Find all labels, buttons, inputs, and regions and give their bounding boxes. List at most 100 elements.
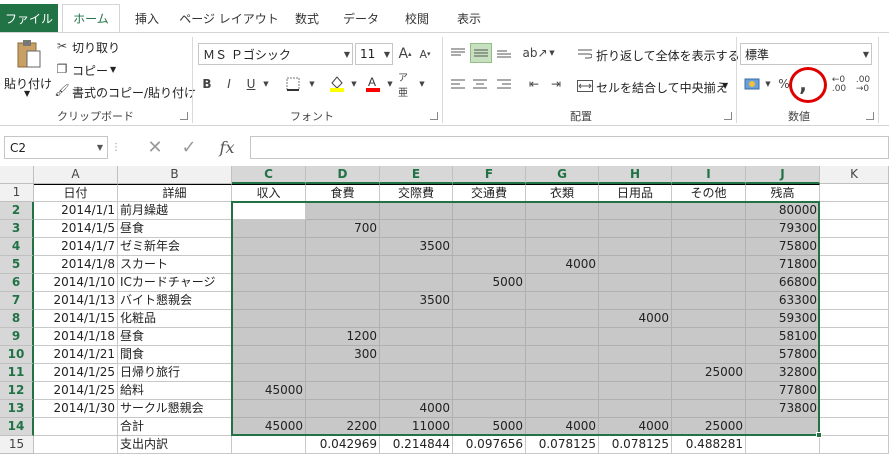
- cell[interactable]: [380, 202, 453, 220]
- cell[interactable]: [380, 220, 453, 238]
- merge-center-button[interactable]: セルを結合して中央揃え: [596, 79, 728, 96]
- cell[interactable]: [34, 436, 118, 454]
- border-dropdown-icon[interactable]: ▼: [308, 75, 316, 93]
- copy-dropdown-icon[interactable]: ▼: [110, 65, 116, 74]
- cell[interactable]: [820, 418, 889, 436]
- cell[interactable]: 3500: [380, 238, 453, 256]
- cell[interactable]: 4000: [380, 400, 453, 418]
- cell[interactable]: 前月繰越: [118, 202, 232, 220]
- cell[interactable]: [672, 256, 746, 274]
- header-cell[interactable]: 食費: [306, 184, 380, 202]
- cell[interactable]: 0.097656: [453, 436, 526, 454]
- cell[interactable]: 58100: [746, 328, 820, 346]
- increase-decimal-icon[interactable]: ←0.00: [828, 75, 850, 95]
- cell[interactable]: 0.078125: [526, 436, 599, 454]
- formula-input[interactable]: [250, 136, 889, 159]
- cut-button[interactable]: 切り取り: [72, 39, 120, 56]
- tab-data[interactable]: データ: [334, 4, 388, 32]
- column-header-H[interactable]: H: [599, 166, 672, 184]
- row-header-3[interactable]: 3: [0, 220, 34, 238]
- row-header-7[interactable]: 7: [0, 292, 34, 310]
- cell[interactable]: 77800: [746, 382, 820, 400]
- row-header-10[interactable]: 10: [0, 346, 34, 364]
- cell[interactable]: 5000: [453, 418, 526, 436]
- cell[interactable]: [232, 310, 306, 328]
- cell[interactable]: [599, 238, 672, 256]
- cell[interactable]: 1200: [306, 328, 380, 346]
- cell[interactable]: [672, 400, 746, 418]
- cell[interactable]: ゼミ新年会: [118, 238, 232, 256]
- cell[interactable]: [599, 220, 672, 238]
- cell[interactable]: [526, 292, 599, 310]
- column-header-C[interactable]: C: [232, 166, 306, 184]
- cell[interactable]: [306, 310, 380, 328]
- cell[interactable]: [453, 346, 526, 364]
- cell[interactable]: [599, 274, 672, 292]
- cell[interactable]: 2014/1/30: [34, 400, 118, 418]
- cell[interactable]: 0.078125: [599, 436, 672, 454]
- cell[interactable]: 73800: [746, 400, 820, 418]
- row-header-13[interactable]: 13: [0, 400, 34, 418]
- tab-insert[interactable]: 挿入: [124, 4, 170, 32]
- align-bottom-icon[interactable]: [494, 43, 514, 63]
- cell[interactable]: [380, 256, 453, 274]
- cell[interactable]: [820, 436, 889, 454]
- cell[interactable]: [380, 274, 453, 292]
- cell[interactable]: 2014/1/13: [34, 292, 118, 310]
- phonetic-icon[interactable]: ア亜: [398, 73, 416, 99]
- cell[interactable]: 4000: [526, 418, 599, 436]
- alignment-launcher-icon[interactable]: [724, 112, 732, 120]
- cell[interactable]: 0.042969: [306, 436, 380, 454]
- cell[interactable]: [820, 400, 889, 418]
- header-cell[interactable]: 日付: [34, 184, 118, 202]
- cell[interactable]: [453, 238, 526, 256]
- cell[interactable]: [453, 382, 526, 400]
- row-header-4[interactable]: 4: [0, 238, 34, 256]
- column-header-J[interactable]: J: [746, 166, 820, 184]
- cell[interactable]: 間食: [118, 346, 232, 364]
- cell[interactable]: [232, 364, 306, 382]
- fill-color-dropdown-icon[interactable]: ▼: [350, 75, 358, 93]
- font-color-icon[interactable]: A: [364, 73, 382, 93]
- cell[interactable]: [599, 400, 672, 418]
- header-cell[interactable]: その他: [672, 184, 746, 202]
- underline-dropdown-icon[interactable]: ▼: [262, 75, 270, 93]
- cell[interactable]: [820, 310, 889, 328]
- cell[interactable]: [306, 292, 380, 310]
- cell[interactable]: [599, 364, 672, 382]
- phonetic-dropdown-icon[interactable]: ▼: [418, 75, 426, 93]
- column-header-I[interactable]: I: [672, 166, 746, 184]
- increase-font-icon[interactable]: A ▴: [396, 45, 414, 63]
- cell[interactable]: [453, 364, 526, 382]
- cell[interactable]: [672, 382, 746, 400]
- cell[interactable]: [380, 364, 453, 382]
- align-center-icon[interactable]: [470, 75, 490, 93]
- cell[interactable]: [820, 364, 889, 382]
- cell[interactable]: [820, 202, 889, 220]
- number-launcher-icon[interactable]: [866, 112, 874, 120]
- header-cell[interactable]: 詳細: [118, 184, 232, 202]
- cell[interactable]: 0.488281: [672, 436, 746, 454]
- cell[interactable]: [599, 202, 672, 220]
- align-middle-icon[interactable]: [470, 43, 492, 63]
- cell[interactable]: 300: [306, 346, 380, 364]
- cell[interactable]: [526, 202, 599, 220]
- cell[interactable]: 66800: [746, 274, 820, 292]
- cell[interactable]: [380, 382, 453, 400]
- row-header-6[interactable]: 6: [0, 274, 34, 292]
- cell[interactable]: [306, 400, 380, 418]
- column-header-G[interactable]: G: [526, 166, 599, 184]
- row-header-5[interactable]: 5: [0, 256, 34, 274]
- cell[interactable]: 80000: [746, 202, 820, 220]
- cell[interactable]: [306, 274, 380, 292]
- cell[interactable]: 5000: [453, 274, 526, 292]
- tab-file[interactable]: ファイル: [0, 4, 58, 32]
- cell[interactable]: 2014/1/21: [34, 346, 118, 364]
- cell[interactable]: [453, 310, 526, 328]
- currency-icon[interactable]: [742, 73, 764, 95]
- font-size-combo[interactable]: 11 ▼: [355, 43, 393, 65]
- fill-color-icon[interactable]: [328, 73, 346, 93]
- cell[interactable]: [820, 382, 889, 400]
- cell[interactable]: [820, 238, 889, 256]
- cell[interactable]: 2014/1/25: [34, 382, 118, 400]
